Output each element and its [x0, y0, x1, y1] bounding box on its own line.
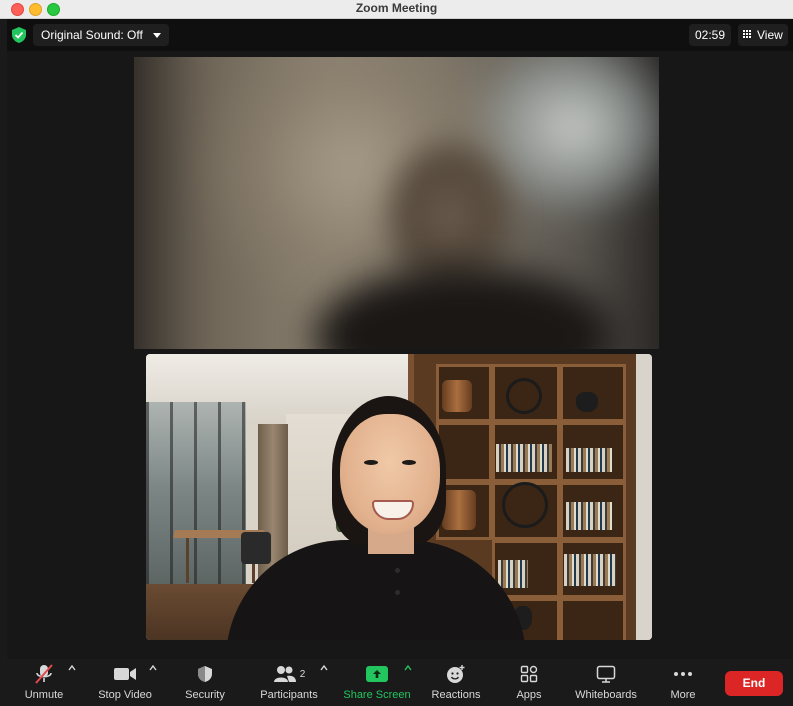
books: [566, 502, 612, 530]
apps-icon: [510, 664, 548, 684]
window-frame: [146, 402, 246, 592]
participant-count: 2: [299, 668, 306, 680]
desk-leg: [186, 538, 189, 583]
grid-view-icon: [743, 30, 753, 40]
decor-jar: [442, 490, 476, 530]
participants-button[interactable]: 2 Participants: [254, 664, 324, 704]
decor-ring: [506, 378, 542, 414]
more-label: More: [670, 689, 696, 701]
muted-microphone-icon: [19, 664, 69, 684]
title-bar: Zoom Meeting: [0, 0, 793, 19]
reactions-icon: [427, 664, 485, 684]
office-chair: [241, 532, 271, 564]
whiteboards-button[interactable]: Whiteboards: [569, 664, 643, 704]
books: [566, 448, 612, 472]
stop-video-label: Stop Video: [98, 689, 152, 701]
video-camera-icon: [94, 664, 156, 684]
unmute-label: Unmute: [24, 689, 64, 701]
green-shield-check-icon[interactable]: [12, 27, 26, 43]
participants-icon: 2: [254, 664, 324, 684]
view-label: View: [757, 28, 783, 42]
share-screen-label: Share Screen: [343, 689, 411, 701]
participant-eye: [402, 460, 416, 465]
decor-vase: [576, 392, 598, 412]
books: [498, 560, 528, 588]
window-title: Zoom Meeting: [355, 1, 438, 15]
security-button[interactable]: Security: [179, 664, 231, 704]
shirt-button: [395, 590, 400, 595]
whiteboards-label: Whiteboards: [575, 689, 637, 701]
shirt-button: [395, 568, 400, 573]
share-screen-button[interactable]: Share Screen: [340, 664, 414, 704]
meeting-top-bar: Original Sound: Off 02:59 View: [7, 19, 793, 51]
stop-video-button[interactable]: Stop Video: [94, 664, 156, 704]
participant-video-tile[interactable]: [146, 354, 652, 640]
participant-video-tile-blurred[interactable]: [134, 57, 659, 349]
video-stage: [7, 51, 793, 659]
reactions-label: Reactions: [431, 689, 481, 701]
unmute-button[interactable]: Unmute: [19, 664, 69, 704]
share-screen-icon: [340, 664, 414, 684]
books: [564, 554, 616, 586]
books: [496, 444, 552, 472]
chevron-down-icon: [152, 32, 161, 38]
apps-label: Apps: [516, 689, 542, 701]
more-dots-icon: [663, 664, 703, 684]
meeting-timer: 02:59: [689, 24, 732, 46]
apps-button[interactable]: Apps: [510, 664, 548, 704]
participants-label: Participants: [260, 689, 318, 701]
original-sound-label: Original Sound: Off: [41, 28, 143, 42]
reactions-button[interactable]: Reactions: [427, 664, 485, 704]
original-sound-toggle[interactable]: Original Sound: Off: [33, 24, 169, 46]
whiteboard-icon: [569, 664, 643, 684]
more-button[interactable]: More: [663, 664, 703, 704]
shelf-cell: [560, 598, 626, 640]
participant-eye: [364, 460, 378, 465]
zoom-meeting-window: Zoom Meeting Original Sound: Off 02:59 V…: [0, 0, 793, 706]
meeting-toolbar: Unmute Stop Video Security 2 Participant…: [7, 659, 793, 706]
end-meeting-button[interactable]: End: [725, 671, 783, 696]
decor-ring: [502, 482, 548, 528]
side-wall: [636, 354, 652, 640]
view-button[interactable]: View: [738, 24, 788, 46]
security-label: Security: [185, 689, 225, 701]
decor-jar: [442, 380, 472, 412]
shield-icon: [179, 664, 231, 684]
